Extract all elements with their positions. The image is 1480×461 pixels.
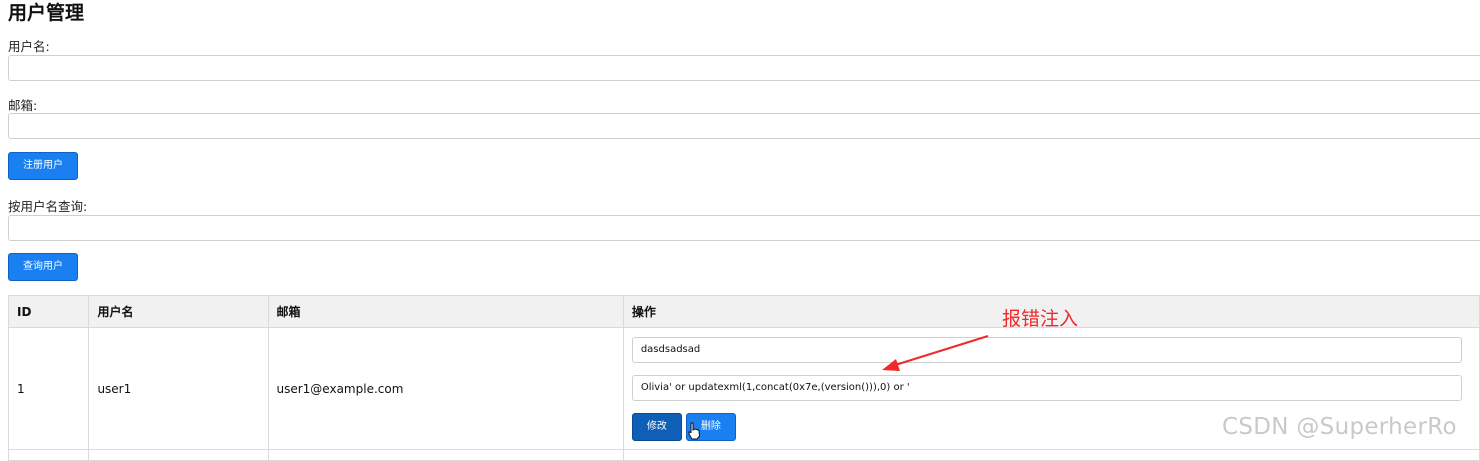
- cell-email: user1@example.com: [267, 327, 624, 450]
- table-header-row: ID 用户名 邮箱 操作: [7, 295, 1480, 328]
- search-label: 按用户名查询:: [8, 199, 88, 214]
- edit-username-input[interactable]: dasdsadsad: [631, 337, 1462, 363]
- email-label: 邮箱:: [8, 98, 38, 113]
- column-header-username: 用户名: [88, 295, 269, 328]
- column-header-id: ID: [7, 295, 90, 328]
- watermark: CSDN @SuperherRo: [1222, 414, 1457, 440]
- table-row: [7, 449, 1480, 461]
- register-button[interactable]: 注册用户: [8, 152, 78, 180]
- edit-button[interactable]: 修改: [631, 413, 682, 441]
- email-input[interactable]: [8, 113, 1480, 139]
- edit-email-input[interactable]: Olivia' or updatexml(1,concat(0x7e,(vers…: [631, 375, 1462, 401]
- cell-username: user1: [88, 327, 269, 450]
- search-input[interactable]: [8, 215, 1480, 241]
- username-label: 用户名:: [8, 39, 50, 54]
- page-title: 用户管理: [8, 2, 85, 24]
- annotation-arrow-icon: [882, 335, 989, 371]
- username-input[interactable]: [8, 55, 1480, 81]
- column-header-email: 邮箱: [267, 295, 624, 328]
- annotation-label: 报错注入: [1002, 308, 1079, 330]
- cell-id: 1: [7, 327, 90, 450]
- search-button[interactable]: 查询用户: [8, 253, 78, 281]
- hand-cursor-icon: [688, 422, 701, 440]
